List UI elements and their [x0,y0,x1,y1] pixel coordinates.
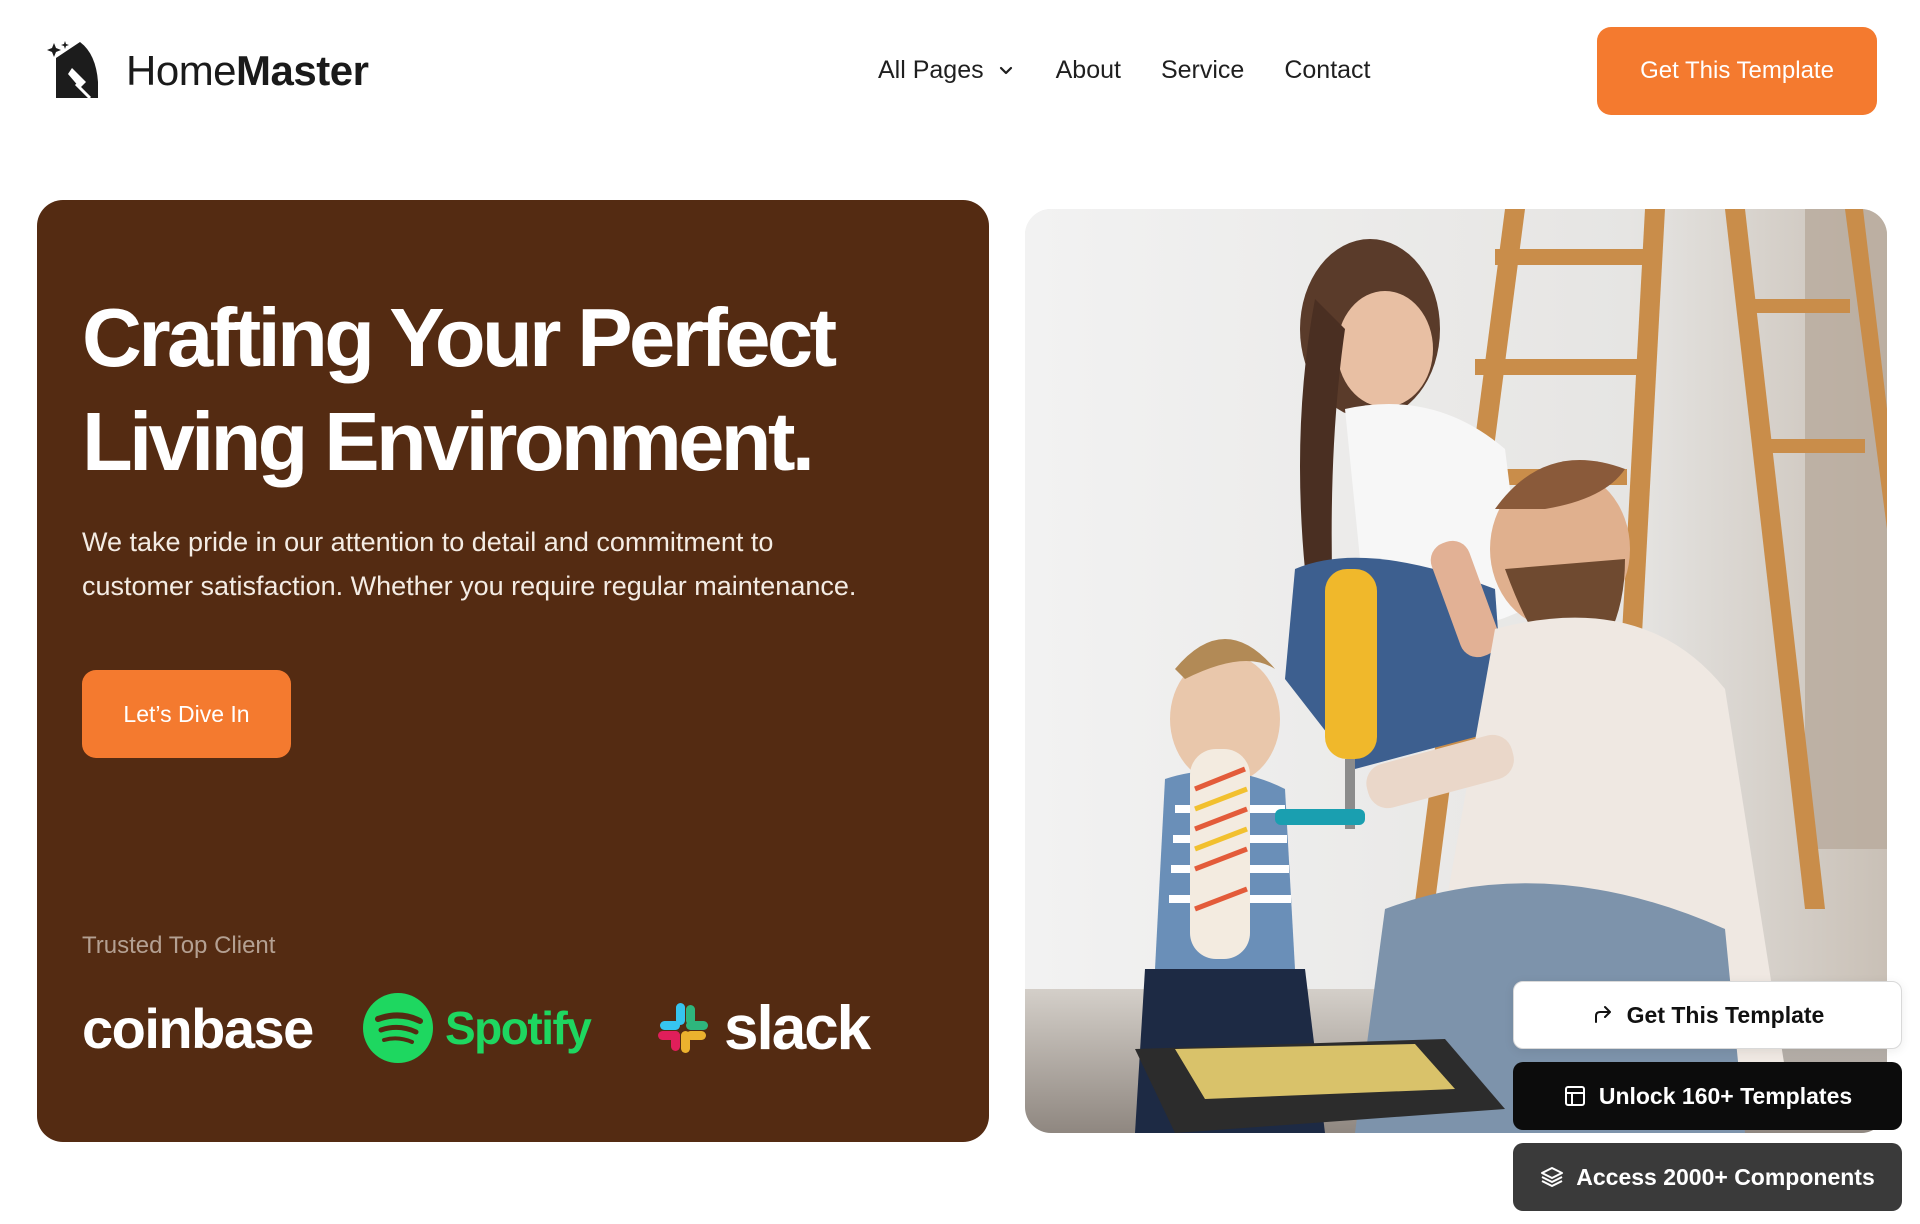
nav-item-service[interactable]: Service [1160,55,1245,84]
spotify-icon [363,993,433,1063]
access-components-button[interactable]: Access 2000+ Components [1513,1143,1902,1211]
client-name: Spotify [445,1002,592,1054]
get-template-button[interactable]: Get This Template [1597,27,1877,115]
hero-card: Crafting Your Perfect Living Environment… [37,200,989,1142]
hero-title-line: Living Environment. [82,395,815,488]
nav-item-all-pages[interactable]: All Pages [878,55,1016,84]
float-button-label: Unlock 160+ Templates [1598,1082,1853,1109]
trusted-clients-label: Trusted Top Client [82,932,276,959]
coinbase-logo: coinbase [82,990,314,1066]
hero-subtitle-line: We take pride in our attention to detail… [82,527,774,557]
float-button-label: Get This Template [1626,1001,1825,1028]
float-get-template-button[interactable]: Get This Template [1513,981,1902,1049]
site-header: HomeMaster All Pages About Service Conta… [0,0,1920,140]
float-button-label: Access 2000+ Components [1576,1163,1875,1190]
hero-title: Crafting Your Perfect Living Environment… [82,286,942,494]
layers-icon [1541,1167,1564,1187]
brand-name: HomeMaster [126,47,369,94]
slack-logo: slack [656,990,871,1066]
unlock-templates-button[interactable]: Unlock 160+ Templates [1513,1062,1902,1130]
chevron-down-icon [999,66,1012,75]
share-arrow-icon [1594,1006,1611,1023]
client-name: slack [724,993,871,1063]
nav-item-contact[interactable]: Contact [1284,55,1371,84]
nav-item-label: About [1055,55,1121,84]
nav-item-label: Contact [1284,55,1371,84]
brand-logo[interactable]: HomeMaster [46,38,369,104]
client-name: coinbase [82,996,314,1060]
main-nav: All Pages About Service Contact [878,52,1371,88]
spotify-logo: Spotify [363,990,592,1066]
nav-item-label: All Pages [878,55,984,84]
lets-dive-in-button[interactable]: Let’s Dive In [82,670,291,758]
hero-title-line: Crafting Your Perfect [82,291,837,384]
slack-icon [658,1003,708,1053]
hero-subtitle: We take pride in our attention to detail… [82,520,942,608]
layout-icon [1564,1086,1585,1106]
hero-subtitle-line: customer satisfaction. Whether you requi… [82,571,857,601]
homemaster-logo-icon [46,38,106,104]
nav-item-label: Service [1160,55,1245,84]
nav-item-about[interactable]: About [1055,55,1121,84]
